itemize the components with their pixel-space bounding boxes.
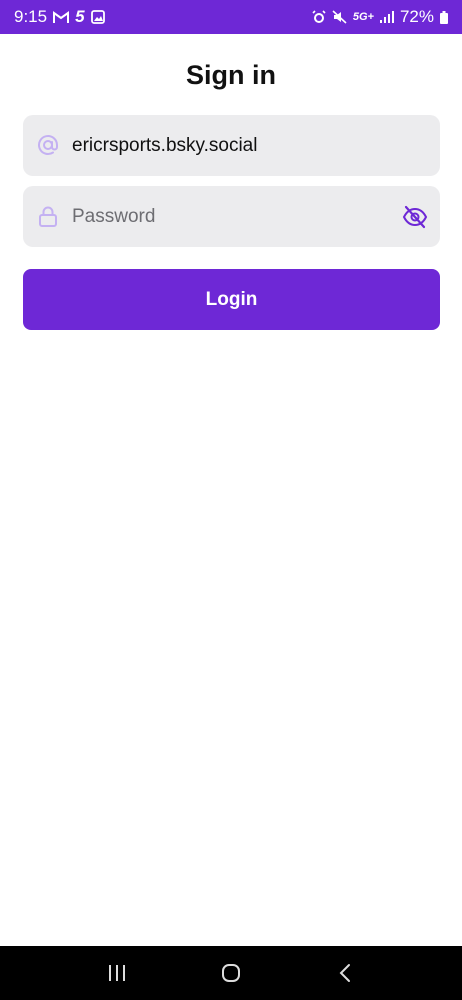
login-button[interactable]: Login: [23, 269, 440, 330]
username-input[interactable]: [72, 115, 392, 176]
status-bar: 9:15 5 5G+ 72%: [0, 0, 462, 34]
battery-icon: [440, 10, 448, 24]
gallery-icon: [90, 10, 105, 24]
system-nav-bar: [0, 946, 462, 1000]
network-5g-icon: 5G+: [352, 11, 374, 23]
status-bar-left: 9:15 5: [14, 7, 105, 27]
mute-icon: [332, 10, 347, 24]
carrier-5-icon: 5: [75, 7, 85, 26]
at-icon: [37, 134, 59, 156]
password-field[interactable]: [23, 186, 440, 247]
alarm-icon: [312, 10, 326, 24]
page-title: Sign in: [186, 60, 276, 90]
password-input[interactable]: [72, 186, 392, 247]
status-bar-right: 5G+ 72%: [312, 7, 448, 27]
status-time: 9:15: [14, 7, 48, 26]
home-icon[interactable]: [211, 953, 251, 993]
recents-icon[interactable]: [97, 953, 137, 993]
gmail-icon: [53, 10, 70, 24]
username-field[interactable]: [23, 115, 440, 176]
eye-off-icon[interactable]: [402, 204, 428, 230]
battery-percent: 72%: [399, 7, 434, 26]
back-icon[interactable]: [325, 953, 365, 993]
signal-icon: [379, 11, 394, 23]
lock-icon: [37, 205, 59, 227]
